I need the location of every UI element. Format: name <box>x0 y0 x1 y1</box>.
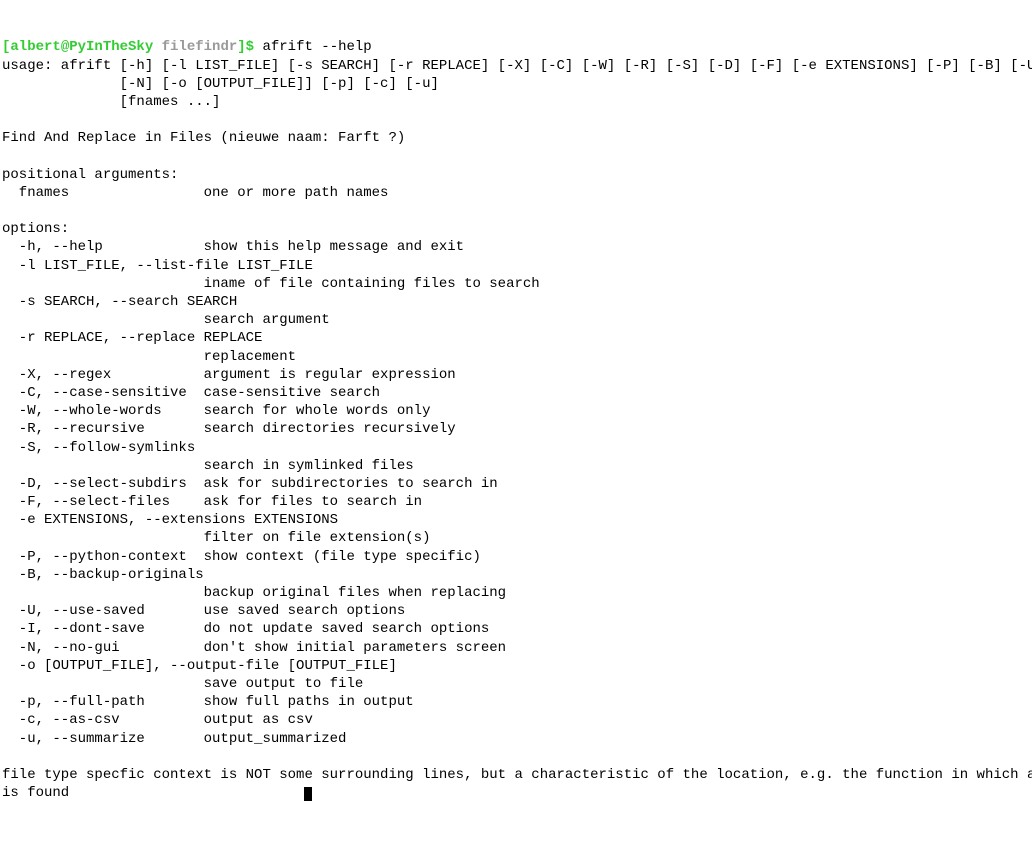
command-text: afrift --help <box>254 39 372 55</box>
option-case: -C, --case-sensitive case-sensitive sear… <box>2 385 380 401</box>
option-list-file-desc: iname of file containing files to search <box>2 276 540 292</box>
option-search-desc: search argument <box>2 312 330 328</box>
option-nogui: -N, --no-gui don't show initial paramete… <box>2 640 506 656</box>
option-symlinks: -S, --follow-symlinks <box>2 440 195 456</box>
option-output: -o [OUTPUT_FILE], --output-file [OUTPUT_… <box>2 658 397 674</box>
positional-header: positional arguments: <box>2 167 178 183</box>
option-output-desc: save output to file <box>2 676 363 692</box>
option-backup: -B, --backup-originals <box>2 567 204 583</box>
option-use-saved: -U, --use-saved use saved search options <box>2 603 405 619</box>
option-help: -h, --help show this help message and ex… <box>2 239 464 255</box>
option-backup-desc: backup original files when replacing <box>2 585 506 601</box>
option-recursive: -R, --recursive search directories recur… <box>2 421 456 437</box>
option-subdirs: -D, --select-subdirs ask for subdirector… <box>2 476 498 492</box>
prompt-path: filefindr <box>162 39 238 55</box>
positional-fnames: fnames one or more path names <box>2 185 388 201</box>
option-ext-desc: filter on file extension(s) <box>2 530 430 546</box>
prompt-line: [albert@PyInTheSky filefindr]$ afrift --… <box>2 39 372 55</box>
usage-line-1: usage: afrift [-h] [-l LIST_FILE] [-s SE… <box>2 58 1032 74</box>
prompt-dollar: $ <box>246 39 254 55</box>
footer-line-2: is found <box>2 785 69 801</box>
option-csv: -c, --as-csv output as csv <box>2 712 313 728</box>
option-regex: -X, --regex argument is regular expressi… <box>2 367 456 383</box>
option-symlinks-desc: search in symlinked files <box>2 458 414 474</box>
options-header: options: <box>2 221 69 237</box>
terminal-output[interactable]: [albert@PyInTheSky filefindr]$ afrift --… <box>2 38 1030 802</box>
option-fullpath: -p, --full-path show full paths in outpu… <box>2 694 414 710</box>
option-list-file: -l LIST_FILE, --list-file LIST_FILE <box>2 258 313 274</box>
cursor-icon <box>304 787 312 801</box>
footer-line-1: file type specfic context is NOT some su… <box>2 767 1032 783</box>
option-dont-save: -I, --dont-save do not update saved sear… <box>2 621 489 637</box>
option-replace-desc: replacement <box>2 349 296 365</box>
prompt-close-bracket: ] <box>237 39 245 55</box>
usage-line-3: [fnames ...] <box>2 94 220 110</box>
option-whole: -W, --whole-words search for whole words… <box>2 403 430 419</box>
option-replace: -r REPLACE, --replace REPLACE <box>2 330 262 346</box>
option-summarize: -u, --summarize output_summarized <box>2 731 346 747</box>
option-search: -s SEARCH, --search SEARCH <box>2 294 237 310</box>
usage-line-2: [-N] [-o [OUTPUT_FILE]] [-p] [-c] [-u] <box>2 76 439 92</box>
option-files: -F, --select-files ask for files to sear… <box>2 494 422 510</box>
option-python: -P, --python-context show context (file … <box>2 549 481 565</box>
prompt-userhost: albert@PyInTheSky <box>10 39 153 55</box>
option-ext: -e EXTENSIONS, --extensions EXTENSIONS <box>2 512 338 528</box>
description-text: Find And Replace in Files (nieuwe naam: … <box>2 130 405 146</box>
